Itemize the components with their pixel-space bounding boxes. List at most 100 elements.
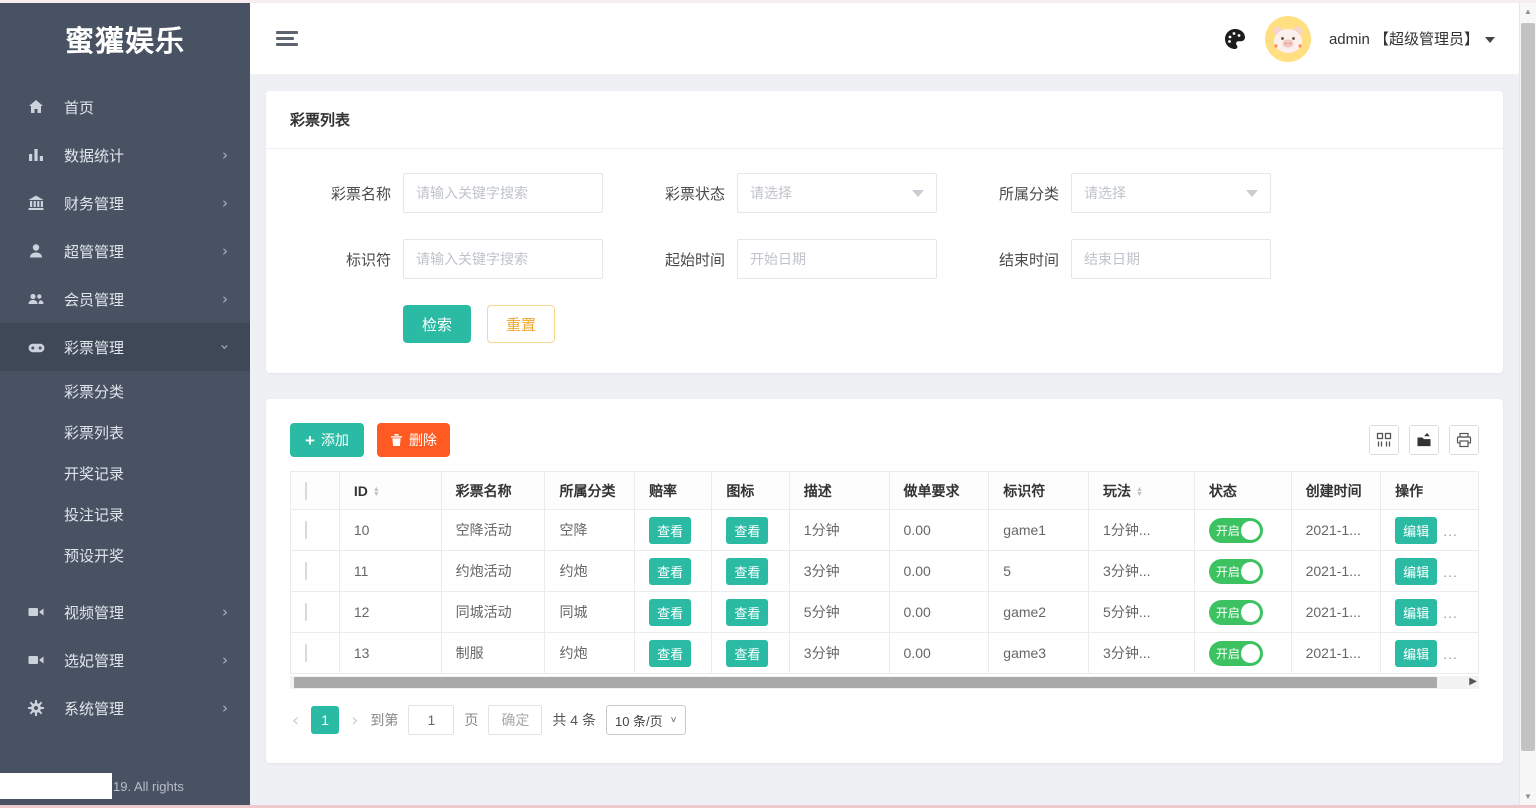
reset-button[interactable]: 重置 (487, 305, 555, 343)
view-odds-button[interactable]: 查看 (649, 599, 691, 626)
status-toggle[interactable]: 开启 (1209, 518, 1263, 543)
scroll-down-arrow[interactable]: ▼ (1524, 792, 1532, 801)
cell-identifier: game2 (989, 592, 1089, 633)
window-top-edge (0, 0, 1536, 3)
edit-button[interactable]: 编辑 (1395, 517, 1437, 544)
lottery-status-select[interactable]: 请选择 (737, 173, 937, 213)
add-label: 添加 (321, 430, 349, 450)
delete-button[interactable]: 删除 (377, 423, 450, 457)
sidebar-nav: 首页 数据统计 › 财务管理 › 超管管理 › (0, 83, 250, 732)
column-settings-button[interactable] (1369, 425, 1399, 455)
menu-toggle-icon[interactable] (276, 28, 300, 49)
scrollbar-thumb[interactable] (1521, 23, 1535, 751)
select-all-checkbox[interactable] (305, 482, 307, 500)
category-select[interactable]: 请选择 (1071, 173, 1271, 213)
horizontal-scrollbar[interactable]: ▶ (290, 676, 1479, 689)
prev-page-button[interactable]: ‹ (290, 710, 301, 731)
print-button[interactable] (1449, 425, 1479, 455)
cell-id: 12 (339, 592, 441, 633)
users-icon (26, 289, 46, 309)
user-menu[interactable]: admin 【超级管理员】 (1329, 28, 1495, 49)
per-page-value: 10 条/页 (615, 711, 663, 730)
view-odds-button[interactable]: 查看 (649, 558, 691, 585)
sidebar-subitem-bet-records[interactable]: 投注记录 (0, 494, 250, 535)
top-header: admin 【超级管理员】 (250, 3, 1519, 75)
table-row: 12 同城活动 同城 查看 查看 5分钟 0.00 game2 5分钟... 开… (291, 592, 1479, 633)
cell-play: 5分钟... (1089, 592, 1195, 633)
page-number-button[interactable]: 1 (311, 706, 339, 734)
edit-button[interactable]: 编辑 (1395, 599, 1437, 626)
search-button[interactable]: 检索 (403, 305, 471, 343)
user-avatar[interactable] (1265, 16, 1311, 62)
view-icon-button[interactable]: 查看 (726, 599, 768, 626)
sidebar-item-system[interactable]: 系统管理 › (0, 684, 250, 732)
goto-confirm-button[interactable]: 确定 (488, 705, 542, 735)
submenu-label: 彩票分类 (64, 381, 124, 402)
theme-palette-icon[interactable] (1223, 27, 1247, 51)
scroll-up-arrow[interactable]: ▲ (1524, 7, 1532, 16)
row-checkbox[interactable] (305, 521, 307, 539)
sidebar-item-data-stats[interactable]: 数据统计 › (0, 131, 250, 179)
row-checkbox[interactable] (305, 603, 307, 621)
scroll-right-arrow[interactable]: ▶ (1469, 676, 1477, 687)
sidebar-item-finance[interactable]: 财务管理 › (0, 179, 250, 227)
sidebar-subitem-draw-records[interactable]: 开奖记录 (0, 453, 250, 494)
copyright-text: 19. All rights (113, 779, 184, 794)
status-toggle[interactable]: 开启 (1209, 559, 1263, 584)
sidebar-item-concubine[interactable]: 选妃管理 › (0, 636, 250, 684)
end-date-input[interactable] (1071, 239, 1271, 279)
per-page-select[interactable]: 10 条/页 ˅ (606, 705, 686, 735)
add-button[interactable]: + 添加 (290, 423, 364, 457)
cell-name: 空降活动 (441, 510, 545, 551)
end-time-label: 结束时间 (974, 249, 1059, 270)
cell-id: 10 (339, 510, 441, 551)
sidebar-item-home[interactable]: 首页 (0, 83, 250, 131)
view-icon-button[interactable]: 查看 (726, 558, 768, 585)
sidebar-item-video[interactable]: 视频管理 › (0, 588, 250, 636)
sidebar-subitem-lottery-category[interactable]: 彩票分类 (0, 371, 250, 412)
view-odds-button[interactable]: 查看 (649, 640, 691, 667)
col-identifier: 标识符 (989, 472, 1089, 510)
start-date-input[interactable] (737, 239, 937, 279)
edit-button[interactable]: 编辑 (1395, 558, 1437, 585)
toggle-label: 开启 (1216, 522, 1240, 539)
video-camera-icon (26, 602, 46, 622)
identifier-input[interactable] (403, 239, 603, 279)
footer-overlay-box (0, 773, 112, 799)
app-title: 蜜獾娱乐 (65, 18, 185, 60)
sidebar-item-lottery[interactable]: 彩票管理 › (0, 323, 250, 371)
next-page-button[interactable]: › (349, 710, 360, 731)
sidebar-subitem-lottery-list[interactable]: 彩票列表 (0, 412, 250, 453)
edit-button[interactable]: 编辑 (1395, 640, 1437, 667)
col-id[interactable]: ID▲▼ (339, 472, 441, 510)
sidebar-item-superadmin[interactable]: 超管管理 › (0, 227, 250, 275)
cell-category: 约炮 (545, 551, 635, 592)
cell-category: 空降 (545, 510, 635, 551)
sidebar-item-label: 财务管理 (64, 193, 222, 214)
view-icon-button[interactable]: 查看 (726, 640, 768, 667)
row-checkbox[interactable] (305, 562, 307, 580)
table-row: 13 制服 约炮 查看 查看 3分钟 0.00 game3 3分钟... 开启 … (291, 633, 1479, 674)
vertical-scrollbar[interactable]: ▲ ▼ (1519, 3, 1536, 805)
chevron-right-icon: › (222, 242, 228, 260)
lottery-name-label: 彩票名称 (306, 183, 391, 204)
status-toggle[interactable]: 开启 (1209, 600, 1263, 625)
cell-category: 约炮 (545, 633, 635, 674)
sidebar-subitem-preset-draw[interactable]: 预设开奖 (0, 535, 250, 576)
view-icon-button[interactable]: 查看 (726, 517, 768, 544)
scrollbar-thumb[interactable] (294, 677, 1437, 688)
identifier-label: 标识符 (306, 249, 391, 270)
status-toggle[interactable]: 开启 (1209, 641, 1263, 666)
row-checkbox[interactable] (305, 644, 307, 662)
more-actions: ... (1443, 605, 1458, 621)
view-odds-button[interactable]: 查看 (649, 517, 691, 544)
goto-page-input[interactable] (408, 705, 454, 735)
lottery-name-input[interactable] (403, 173, 603, 213)
sidebar-item-members[interactable]: 会员管理 › (0, 275, 250, 323)
col-play[interactable]: 玩法▲▼ (1089, 472, 1195, 510)
submenu-label: 投注记录 (64, 504, 124, 525)
toggle-label: 开启 (1216, 604, 1240, 621)
export-button[interactable] (1409, 425, 1439, 455)
sidebar-footer: 19. All rights (0, 773, 250, 801)
cell-order-req: 0.00 (889, 510, 989, 551)
